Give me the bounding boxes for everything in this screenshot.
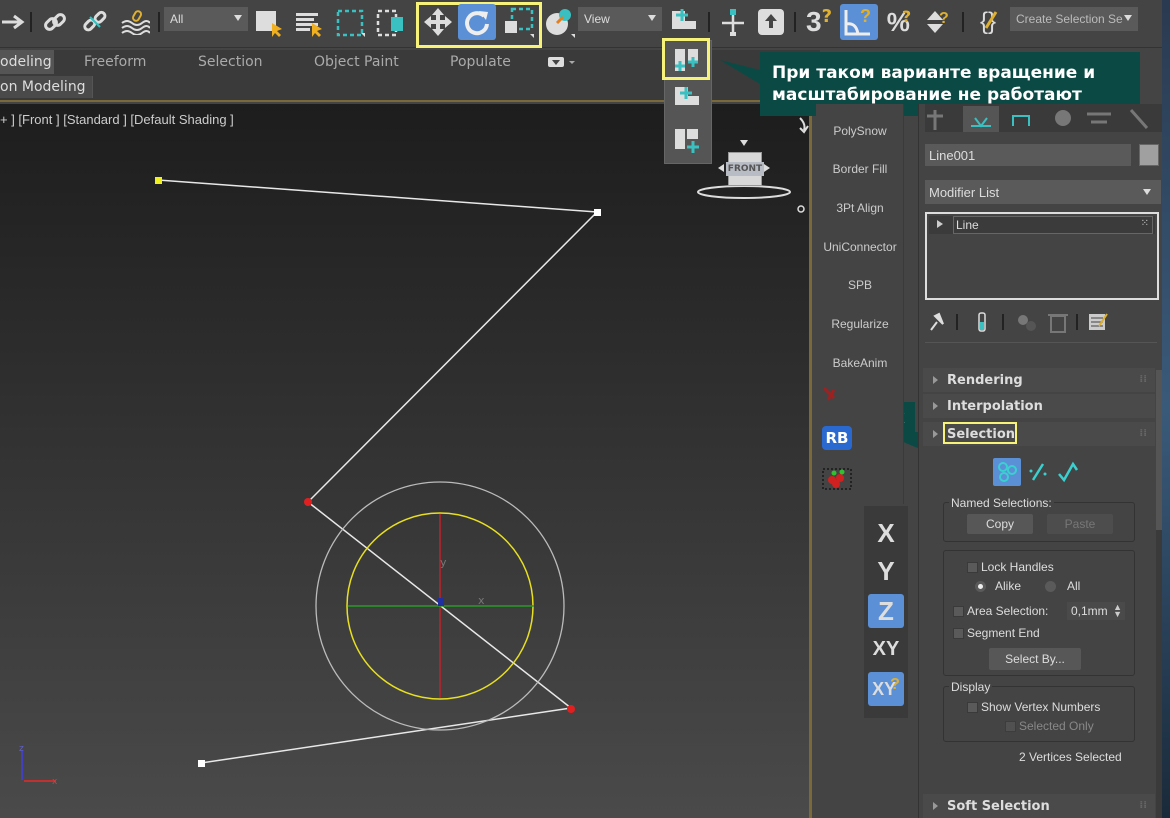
axis-z-button[interactable]: Z	[868, 594, 904, 628]
rollout-title: Interpolation	[947, 398, 1043, 414]
make-unique-icon	[1018, 315, 1036, 331]
modifier-list-label: Modifier List	[929, 184, 1000, 200]
hierarchy-tab-icon	[1012, 115, 1030, 126]
tool-regularize[interactable]: Regularize	[816, 317, 904, 331]
pin-stack-icon	[930, 312, 944, 331]
stack-item-line[interactable]: Line ⁙	[929, 216, 1155, 234]
configure-modifier-sets-icon	[1089, 313, 1108, 330]
axis-constraints-toolbar: X Y Z XY XY?	[864, 506, 908, 718]
selected-only-checkbox[interactable]	[1005, 721, 1016, 732]
command-panel-tabs	[925, 104, 1165, 132]
area-selection-spinner[interactable]: 0,1mm ▲ ▼	[1067, 602, 1125, 620]
tool-bakeanim[interactable]: BakeAnim	[816, 356, 904, 370]
area-selection-value: 0,1mm	[1071, 604, 1108, 618]
spline-icon	[1058, 461, 1079, 483]
callout-main-pointer	[720, 60, 760, 84]
red-tool-icon[interactable]	[822, 386, 842, 406]
vertex-icon	[998, 462, 1017, 482]
object-name-field[interactable]: Line001	[925, 144, 1131, 166]
rb-tool-icon[interactable]: RB	[822, 426, 852, 450]
all-label: All	[1067, 579, 1081, 593]
rollout-rendering[interactable]: Rendering ⁞⁞	[923, 368, 1155, 392]
selection-rollout-highlight	[943, 422, 1017, 444]
expand-triangle-icon	[933, 402, 938, 410]
remove-modifier-icon	[1048, 314, 1068, 333]
scatter-tool-icon[interactable]	[822, 468, 852, 490]
grip-icon: ⁞⁞	[1139, 800, 1147, 811]
command-panel: Line001 Modifier List Line ⁙ Rendering ⁞⁞	[918, 104, 1170, 818]
axis-xy-button[interactable]: XY	[868, 632, 904, 666]
app-window: All View 3 ? ? % ? ? {} Create Selectio…	[0, 0, 1170, 818]
tool-polysnow[interactable]: PolySnow	[816, 124, 904, 138]
tool-spb[interactable]: SPB	[816, 278, 904, 292]
display-group	[943, 686, 1135, 742]
selection-status: 2 Vertices Selected	[1019, 750, 1122, 764]
tool-uniconnector[interactable]: UniConnector	[816, 240, 904, 254]
area-selection-label: Area Selection:	[967, 604, 1049, 618]
panel-divider	[925, 342, 1157, 343]
area-selection-checkbox[interactable]	[953, 606, 964, 617]
vertex-level-button[interactable]	[993, 458, 1021, 486]
paste-button[interactable]: Paste	[1047, 514, 1113, 534]
expand-triangle-icon	[933, 376, 938, 384]
stack-item-label: Line	[953, 216, 1153, 234]
show-vertex-numbers-checkbox[interactable]	[967, 702, 978, 713]
rollout-interpolation[interactable]: Interpolation	[923, 394, 1155, 418]
segment-end-checkbox[interactable]	[953, 628, 964, 639]
create-tab-icon	[927, 110, 943, 130]
stack-toolbar	[930, 312, 1108, 333]
segment-level-button[interactable]	[1025, 458, 1051, 486]
selected-only-label: Selected Only	[1019, 719, 1094, 733]
modifier-list-dropdown[interactable]: Modifier List	[925, 180, 1161, 204]
lock-handles-label: Lock Handles	[981, 560, 1054, 574]
show-end-result-icon	[978, 312, 986, 332]
motion-tab-icon	[1055, 110, 1071, 126]
lock-handles-checkbox[interactable]	[967, 562, 978, 573]
expand-triangle-icon	[933, 430, 938, 438]
copy-button[interactable]: Copy	[967, 514, 1033, 534]
tool-3pt-align[interactable]: 3Pt Align	[816, 201, 904, 215]
named-selections-label: Named Selections:	[949, 496, 1054, 510]
display-tab-icon	[1087, 112, 1111, 124]
grip-icon: ⁞⁞	[1139, 374, 1147, 385]
custom-tool-strip: PolySnow Border Fill 3Pt Align UniConnec…	[816, 104, 904, 504]
alike-radio[interactable]	[975, 581, 986, 592]
modifier-stack: Line ⁙	[925, 212, 1159, 300]
rollout-title: Rendering	[947, 372, 1023, 388]
spline-level-button[interactable]	[1055, 458, 1081, 486]
select-by-button[interactable]: Select By...	[989, 648, 1081, 670]
stack-item-options-icon[interactable]: ⁙	[1141, 218, 1149, 229]
alike-label: Alike	[995, 579, 1022, 593]
show-vertex-numbers-label: Show Vertex Numbers	[981, 700, 1101, 714]
spinner-arrows-icon[interactable]: ▲ ▼	[1113, 603, 1122, 619]
object-color-swatch[interactable]	[1139, 144, 1159, 166]
all-radio[interactable]	[1045, 581, 1056, 592]
axis-y-button[interactable]: Y	[868, 554, 904, 588]
segment-end-label: Segment End	[967, 626, 1040, 640]
axis-constraint-snap-button[interactable]: XY?	[868, 672, 904, 706]
grip-icon: ⁞⁞	[1139, 428, 1147, 439]
desktop-background-edge	[1162, 0, 1170, 818]
rollout-title: Soft Selection	[947, 798, 1050, 814]
expand-triangle-icon[interactable]	[937, 220, 943, 228]
rollout-soft-selection[interactable]: Soft Selection ⁞⁞	[923, 794, 1155, 818]
utilities-tab-icon	[1129, 109, 1149, 129]
expand-triangle-icon	[933, 802, 938, 810]
modify-tab-icon	[963, 106, 999, 132]
axis-x-button[interactable]: X	[868, 516, 904, 550]
chevron-down-icon	[1143, 189, 1151, 195]
display-label: Display	[949, 680, 993, 694]
segment-icon	[1029, 463, 1047, 481]
tool-border-fill[interactable]: Border Fill	[816, 162, 904, 176]
